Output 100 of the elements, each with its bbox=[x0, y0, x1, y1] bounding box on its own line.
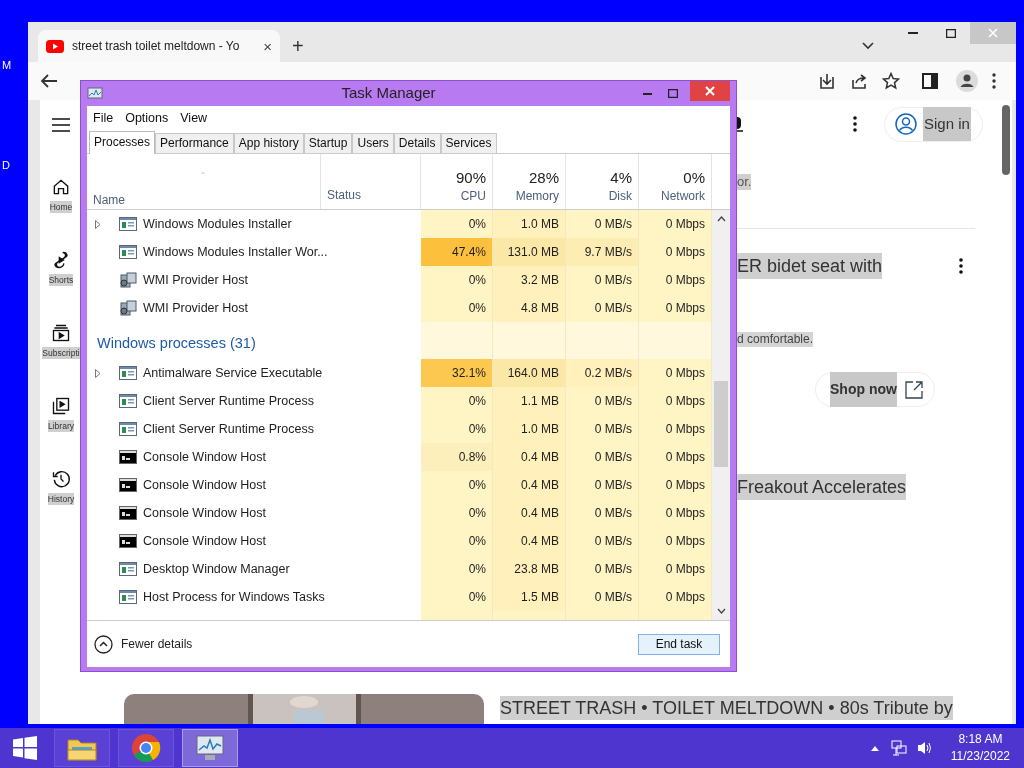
more-icon[interactable] bbox=[959, 258, 964, 274]
history-icon bbox=[51, 469, 71, 489]
tab-title: street trash toilet meltdown - Yo bbox=[72, 38, 241, 55]
video-title: STREET TRASH • TOILET MELTDOWN • 80s Tribute by bbox=[500, 696, 953, 720]
usage-cell: 32.1% bbox=[421, 359, 493, 387]
process-row[interactable]: Desktop Window Manager 0% 23.8 MB 0 MB/s 0 Mbps bbox=[87, 555, 712, 583]
column-header[interactable]: Name bbox=[93, 191, 125, 209]
sidebar-item[interactable]: Home bbox=[49, 201, 73, 213]
sidebar-item[interactable]: Subscripti bbox=[42, 347, 80, 359]
end-task-button[interactable]: End task bbox=[638, 633, 720, 655]
side-panel-icon[interactable] bbox=[922, 73, 938, 89]
ad-description: d comfortable. bbox=[737, 332, 814, 347]
column-header[interactable]: 28% Memory bbox=[493, 154, 566, 209]
scrollbar[interactable] bbox=[712, 210, 730, 620]
process-row[interactable]: Console Window Host 0% 0.4 MB 0 MB/s 0 Mbps bbox=[87, 471, 712, 499]
usage-cell: 0 Mbps bbox=[639, 210, 712, 238]
menu-icon[interactable] bbox=[992, 73, 996, 89]
computer-gear-icon bbox=[119, 272, 137, 288]
windows-logo-icon bbox=[13, 736, 37, 760]
process-row[interactable]: Windows Modules Installer 0% 1.0 MB 0 MB/s 0 Mbps bbox=[87, 210, 712, 238]
column-header[interactable]: 90% CPU bbox=[421, 154, 493, 209]
usage-cell: 0.4 MB bbox=[493, 499, 566, 527]
tab[interactable]: Details bbox=[393, 133, 441, 153]
usage-cell: 0 Mbps bbox=[639, 359, 712, 387]
taskbar-app-button[interactable] bbox=[54, 729, 110, 767]
usage-total: 90% bbox=[455, 168, 486, 188]
usage-cell: 0% bbox=[421, 499, 493, 527]
usage-cell: 164.0 MB bbox=[493, 359, 566, 387]
menu-item[interactable]: File bbox=[93, 108, 114, 128]
taskbar-app-button[interactable] bbox=[118, 729, 174, 767]
back-icon[interactable] bbox=[40, 73, 58, 89]
browser-tab[interactable]: street trash toilet meltdown - Yo × bbox=[38, 30, 280, 62]
process-row[interactable]: Windows Modules Installer Wor... 47.4% 131.0 MB 9.7 MB/s 0 Mbps bbox=[87, 238, 712, 266]
tab[interactable]: Performance bbox=[155, 133, 234, 153]
download-icon[interactable] bbox=[818, 72, 836, 90]
taskbar-app-button[interactable] bbox=[182, 729, 238, 767]
caret-icon[interactable] bbox=[862, 42, 874, 50]
process-row[interactable]: Host Process for Windows Tasks 0% 1.5 MB 0 MB/s 0 Mbps bbox=[87, 583, 712, 611]
sidebar-item[interactable]: Shorts bbox=[48, 274, 74, 286]
column-header[interactable]: Status bbox=[327, 186, 362, 204]
process-row[interactable]: Console Window Host 0% 0.4 MB 0 MB/s 0 Mbps bbox=[87, 499, 712, 527]
expand-arrow-icon[interactable] bbox=[95, 368, 101, 378]
menu-item[interactable]: Options bbox=[125, 108, 169, 128]
sidebar-item[interactable]: History bbox=[47, 493, 75, 505]
usage-cell: 0 MB/s bbox=[566, 471, 639, 499]
microphone-icon[interactable] bbox=[737, 115, 745, 133]
volume-icon[interactable] bbox=[916, 740, 933, 756]
scroll-up-icon[interactable] bbox=[716, 216, 726, 222]
library-icon bbox=[51, 396, 71, 416]
scrollbar-thumb[interactable] bbox=[714, 381, 728, 467]
network-icon[interactable] bbox=[890, 740, 907, 756]
console-icon bbox=[119, 506, 137, 520]
process-row[interactable]: WMI Provider Host 0% 4.8 MB 0 MB/s 0 Mbps bbox=[87, 294, 712, 322]
usage-cell: 0 Mbps bbox=[639, 555, 712, 583]
process-row[interactable]: Client Server Runtime Process 0% 1.1 MB 0 MB/s 0 Mbps bbox=[87, 387, 712, 415]
new-tab-button[interactable]: + bbox=[292, 36, 304, 56]
sidebar-item[interactable]: Library bbox=[48, 420, 74, 432]
tab[interactable]: App history bbox=[233, 133, 304, 153]
expand-arrow-icon[interactable] bbox=[95, 219, 101, 229]
usage-cell: 47.4% bbox=[421, 238, 493, 266]
usage-cell: 0 MB/s bbox=[566, 210, 639, 238]
share-icon[interactable] bbox=[850, 72, 868, 90]
usage-cell: 0% bbox=[421, 210, 493, 238]
usage-cell: 0 Mbps bbox=[639, 387, 712, 415]
usage-cell: 0 Mbps bbox=[639, 415, 712, 443]
process-row[interactable]: Console Window Host 0% 0.4 MB 0 MB/s 0 Mbps bbox=[87, 527, 712, 555]
menu-item[interactable]: View bbox=[180, 108, 208, 128]
usage-cell: 0% bbox=[421, 583, 493, 611]
fewer-details-link[interactable]: Fewer details bbox=[121, 635, 193, 653]
tab[interactable]: Users bbox=[352, 133, 394, 153]
collapse-icon[interactable] bbox=[94, 634, 113, 654]
usage-cell: 0% bbox=[421, 555, 493, 583]
process-row[interactable]: WMI Provider Host 0% 3.2 MB 0 MB/s 0 Mbps bbox=[87, 266, 712, 294]
tab[interactable]: Services bbox=[440, 133, 497, 153]
process-name: Console Window Host bbox=[143, 476, 266, 494]
column-label: Memory bbox=[515, 188, 559, 204]
minimize-icon bbox=[908, 32, 918, 34]
usage-cell: 0 Mbps bbox=[639, 583, 712, 611]
more-icon[interactable] bbox=[853, 116, 857, 132]
tab[interactable]: Processes bbox=[89, 131, 156, 154]
process-row[interactable]: Antimalware Service Executable 32.1% 164.0 MB 0.2 MB/s 0 Mbps bbox=[87, 359, 712, 387]
close-window-button[interactable] bbox=[690, 81, 730, 101]
window-icon bbox=[119, 422, 137, 436]
show-hidden-icons-icon[interactable] bbox=[870, 745, 879, 751]
process-row[interactable]: Client Server Runtime Process 0% 1.0 MB 0 MB/s 0 Mbps bbox=[87, 415, 712, 443]
hamburger-menu-icon[interactable] bbox=[52, 118, 70, 132]
star-icon[interactable] bbox=[882, 72, 900, 90]
clock[interactable]: 8:18 AM 11/23/2022 bbox=[950, 731, 1010, 765]
close-tab-button[interactable]: × bbox=[263, 38, 272, 54]
scroll-down-icon[interactable] bbox=[716, 608, 726, 614]
column-header[interactable]: 0% Network bbox=[639, 154, 712, 209]
usage-cell: 0.4 MB bbox=[493, 471, 566, 499]
process-row[interactable]: Console Window Host 0.8% 0.4 MB 0 MB/s 0 Mbps bbox=[87, 443, 712, 471]
scrollbar-thumb[interactable] bbox=[1002, 105, 1010, 175]
tab[interactable]: Startup bbox=[303, 133, 353, 153]
profile-icon[interactable] bbox=[956, 70, 978, 92]
group-header[interactable]: Windows processes (31) bbox=[97, 332, 256, 355]
column-header[interactable]: 4% Disk bbox=[566, 154, 639, 209]
process-name: Windows Modules Installer Wor... bbox=[143, 243, 328, 261]
usage-cell: 0% bbox=[421, 471, 493, 499]
